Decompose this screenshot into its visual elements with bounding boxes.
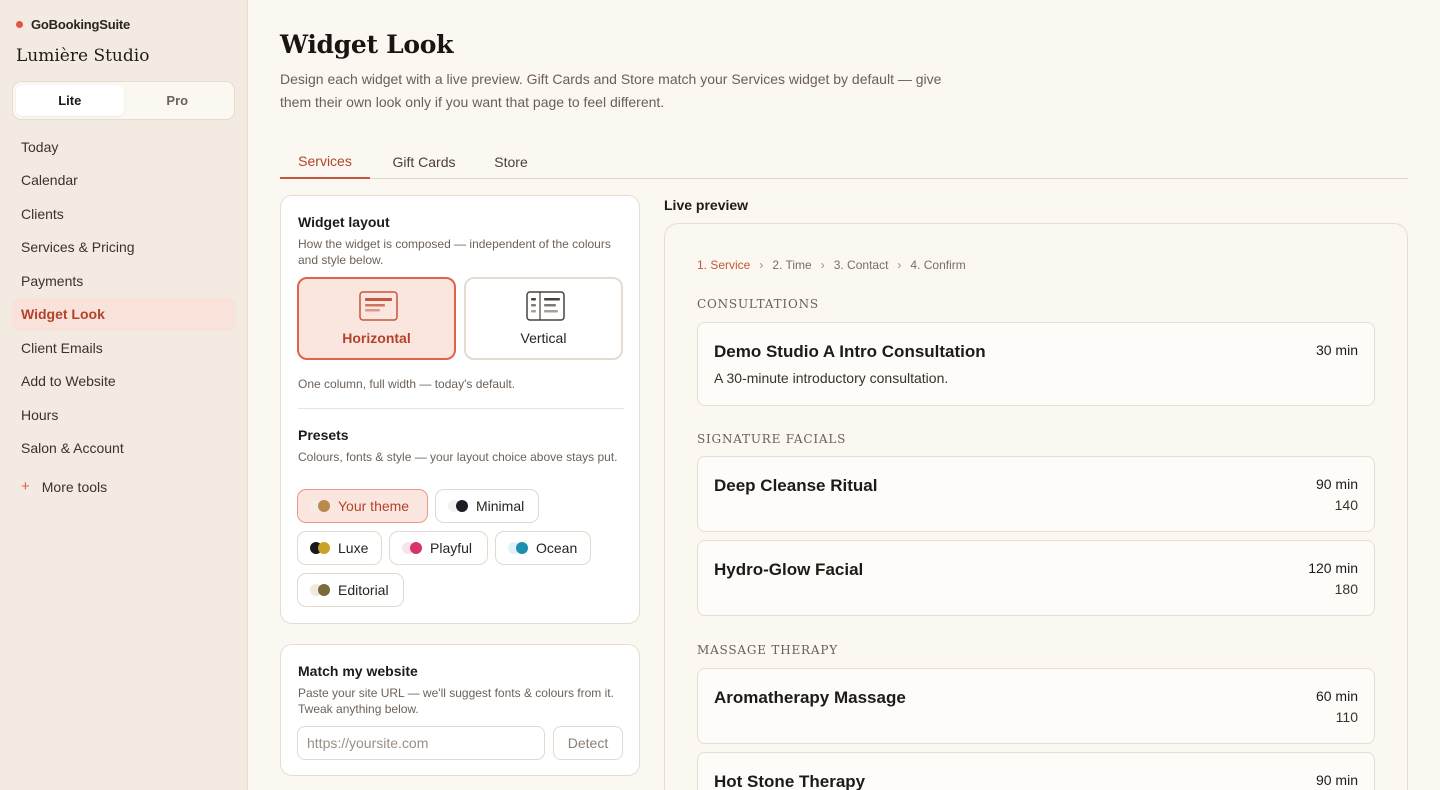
tab-store[interactable]: Store	[478, 144, 544, 179]
studio-name: Lumière Studio	[16, 46, 150, 66]
preset-label: Editorial	[338, 582, 389, 598]
service-card[interactable]: Hot Stone Therapy 90 min	[697, 752, 1375, 790]
service-duration: 120 min	[1308, 560, 1358, 576]
service-duration: 60 min	[1315, 688, 1358, 704]
chevron-right-icon: ›	[897, 258, 902, 272]
website-url-input[interactable]	[297, 726, 545, 760]
category-heading: Consultations	[697, 297, 819, 311]
live-preview-panel: 1. Service › 2. Time › 3. Contact › 4. C…	[664, 223, 1408, 790]
service-card[interactable]: Hydro-Glow Facial 120 min 180	[697, 540, 1375, 616]
sidebar-item-clients[interactable]: Clients	[12, 197, 236, 231]
preset-label: Playful	[430, 540, 473, 556]
live-preview-label: Live preview	[664, 197, 749, 213]
service-description: A 30-minute introductory consultation.	[714, 370, 949, 386]
preset-label: Minimal	[476, 498, 525, 514]
horizontal-layout-icon	[359, 291, 398, 321]
service-duration: 90 min	[1315, 476, 1358, 492]
sidebar-item-today[interactable]: Today	[12, 130, 236, 164]
service-duration: 30 min	[1315, 342, 1358, 358]
preset-luxe[interactable]: Luxe	[297, 531, 382, 565]
swatch-icon	[310, 584, 330, 596]
plan-option-lite[interactable]: Lite	[16, 85, 124, 116]
divider	[298, 408, 624, 409]
more-tools-label: More tools	[41, 478, 108, 495]
service-card[interactable]: Deep Cleanse Ritual 90 min 140	[697, 456, 1375, 532]
more-tools-button[interactable]: + More tools	[21, 478, 107, 495]
swatch-icon	[448, 500, 468, 512]
layout-option-vertical-label: Vertical	[520, 330, 567, 346]
match-website-subtitle: Paste your site URL — we'll suggest font…	[298, 686, 614, 716]
sidebar-nav: Today Calendar Clients Services & Pricin…	[12, 130, 236, 465]
preset-label: Ocean	[536, 540, 578, 556]
sidebar-item-client-emails[interactable]: Client Emails	[12, 331, 236, 365]
tab-services[interactable]: Services	[280, 144, 370, 179]
sidebar-item-payments[interactable]: Payments	[12, 264, 236, 298]
service-name: Demo Studio A Intro Consultation	[714, 342, 986, 361]
layout-option-horizontal[interactable]: Horizontal	[297, 277, 456, 360]
swatch-icon	[310, 542, 330, 554]
widget-tabs: Services Gift Cards Store	[280, 144, 1408, 179]
service-card[interactable]: Aromatherapy Massage 60 min 110	[697, 668, 1375, 744]
preset-ocean[interactable]: Ocean	[495, 531, 591, 565]
widget-layout-subtitle: How the widget is composed — independent…	[298, 237, 611, 267]
service-name: Aromatherapy Massage	[714, 688, 906, 707]
sidebar-item-services-pricing[interactable]: Services & Pricing	[12, 231, 236, 265]
vertical-layout-icon	[526, 291, 565, 321]
plan-option-pro[interactable]: Pro	[124, 85, 232, 116]
page-title: Widget Look	[280, 30, 454, 59]
page-subtitle: Design each widget with a live preview. …	[280, 71, 942, 110]
sidebar: GoBookingSuite Lumière Studio Lite Pro T…	[0, 0, 248, 790]
plan-toggle: Lite Pro	[12, 81, 235, 120]
chevron-right-icon: ›	[820, 258, 825, 272]
swatch-icon	[310, 500, 330, 512]
sidebar-item-hours[interactable]: Hours	[12, 398, 236, 432]
service-card[interactable]: Demo Studio A Intro Consultation A 30-mi…	[697, 322, 1375, 406]
brand: GoBookingSuite	[16, 17, 130, 32]
service-name: Hot Stone Therapy	[714, 772, 866, 790]
tab-gift-cards[interactable]: Gift Cards	[370, 144, 478, 179]
sidebar-item-add-to-website[interactable]: Add to Website	[12, 365, 236, 399]
sidebar-item-calendar[interactable]: Calendar	[12, 164, 236, 198]
layout-option-horizontal-label: Horizontal	[342, 330, 411, 346]
swatch-icon	[508, 542, 528, 554]
sidebar-item-widget-look[interactable]: Widget Look	[12, 297, 236, 331]
layout-option-vertical[interactable]: Vertical	[464, 277, 623, 360]
widget-layout-card: Widget layout How the widget is composed…	[280, 195, 640, 624]
preset-your-theme[interactable]: Your theme	[297, 489, 428, 523]
preset-minimal[interactable]: Minimal	[435, 489, 539, 523]
service-duration: 90 min	[1315, 772, 1358, 788]
booking-steps: 1. Service › 2. Time › 3. Contact › 4. C…	[697, 258, 966, 272]
step-contact[interactable]: 3. Contact	[834, 258, 889, 272]
match-website-card: Match my website Paste your site URL — w…	[280, 644, 640, 776]
category-heading: Signature Facials	[697, 432, 847, 446]
step-time[interactable]: 2. Time	[772, 258, 811, 272]
preset-editorial[interactable]: Editorial	[297, 573, 404, 607]
preset-label: Your theme	[338, 498, 410, 514]
preset-playful[interactable]: Playful	[389, 531, 488, 565]
service-name: Hydro-Glow Facial	[714, 560, 864, 579]
swatch-icon	[402, 542, 422, 554]
sidebar-item-salon-account[interactable]: Salon & Account	[12, 432, 236, 466]
brand-name: GoBookingSuite	[31, 17, 131, 32]
match-website-title: Match my website	[298, 663, 418, 679]
brand-dot-icon	[16, 21, 23, 28]
step-confirm[interactable]: 4. Confirm	[910, 258, 965, 272]
widget-layout-title: Widget layout	[298, 214, 390, 230]
service-price: 110	[1335, 709, 1358, 725]
detect-button[interactable]: Detect	[553, 726, 623, 760]
presets-subtitle: Colours, fonts & style — your layout cho…	[298, 450, 618, 464]
step-service[interactable]: 1. Service	[697, 258, 750, 272]
layout-hint: One column, full width — today's default…	[298, 377, 516, 391]
chevron-right-icon: ›	[759, 258, 764, 272]
service-price: 180	[1334, 581, 1358, 597]
presets-title: Presets	[298, 427, 349, 443]
category-heading: Massage Therapy	[697, 643, 838, 657]
service-name: Deep Cleanse Ritual	[714, 476, 878, 495]
plus-icon: +	[21, 478, 30, 495]
service-price: 140	[1334, 497, 1358, 513]
preset-label: Luxe	[338, 540, 369, 556]
